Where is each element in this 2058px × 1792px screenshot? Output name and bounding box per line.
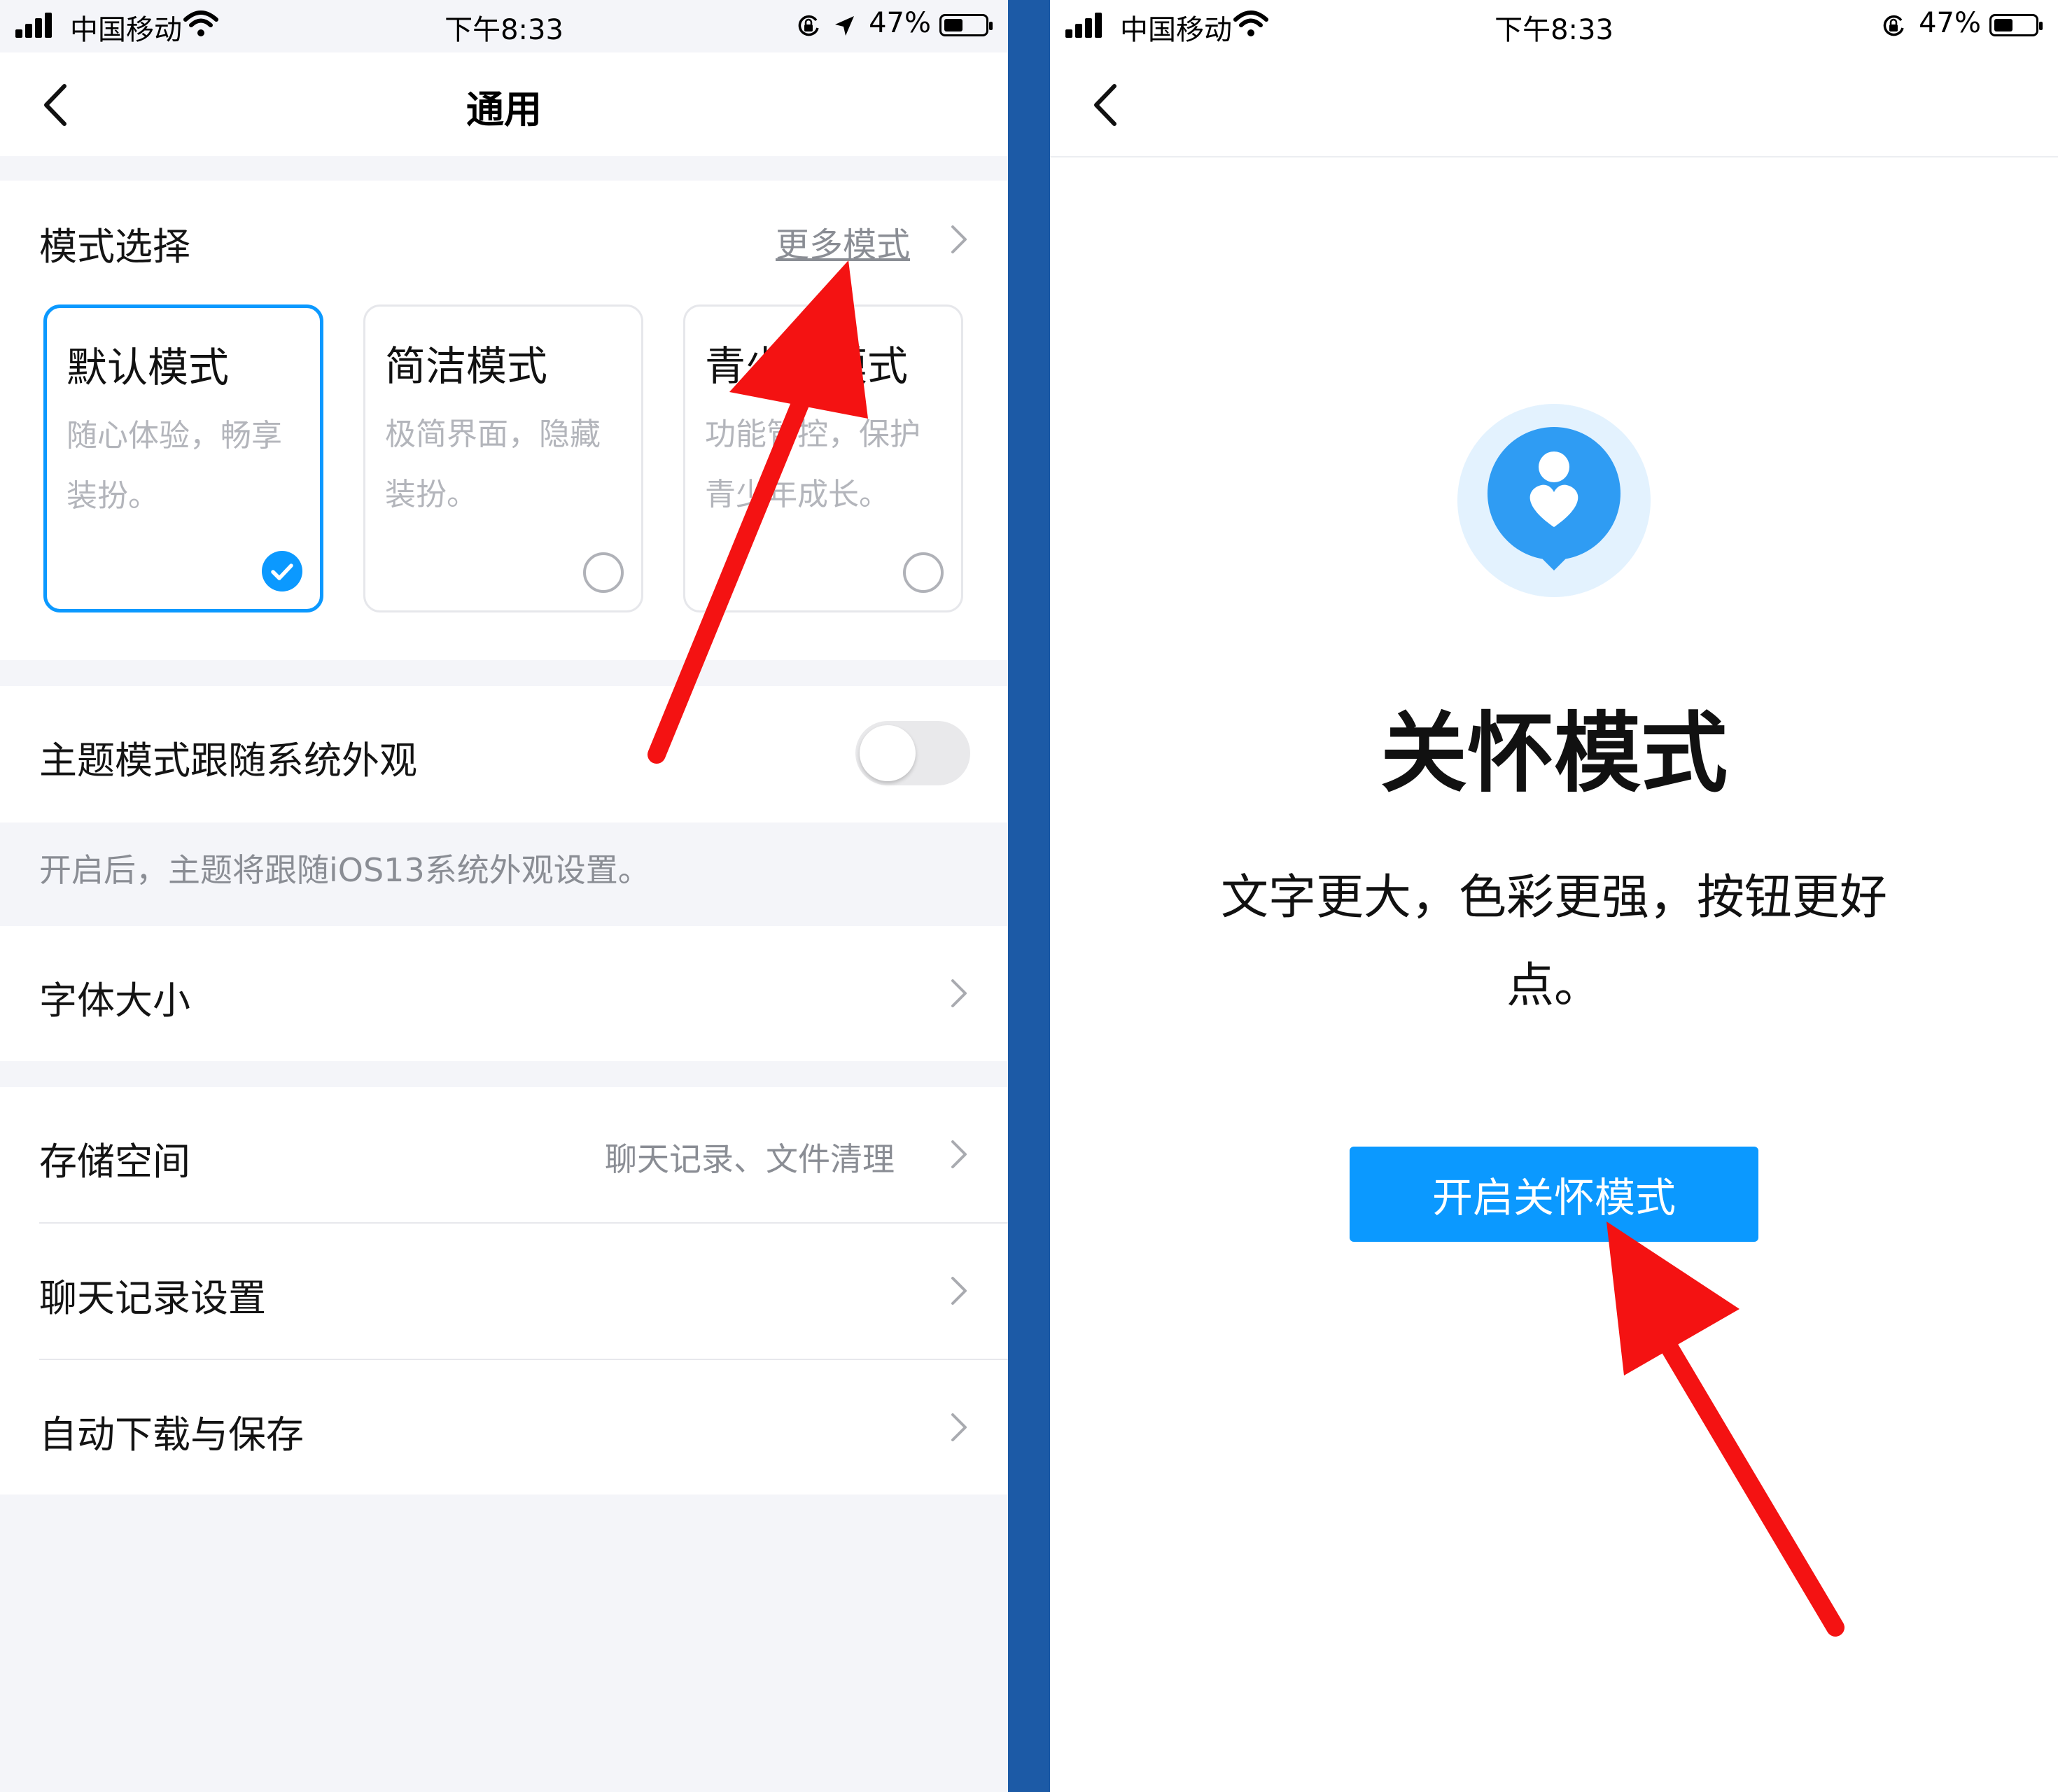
panel-divider bbox=[1008, 0, 1050, 1792]
mode-card-simple[interactable]: 简洁模式 极简界面，隐藏装扮。 bbox=[363, 304, 643, 612]
care-heart-person-icon bbox=[1457, 404, 1651, 597]
enable-care-mode-button[interactable]: 开启关怀模式 bbox=[1350, 1147, 1758, 1242]
status-bar: 中国移动 下午8:33 47% bbox=[0, 0, 1008, 52]
font-size-row[interactable]: 字体大小 bbox=[0, 926, 1008, 1061]
nav-bar bbox=[1050, 52, 2058, 158]
care-mode-description: 文字更大，色彩更强，按钮更好点。 bbox=[1220, 870, 1887, 1014]
radio-checked-icon bbox=[262, 551, 302, 592]
battery-percent: 47% bbox=[869, 7, 931, 39]
status-time: 下午8:33 bbox=[1494, 14, 1614, 46]
chat-settings-row[interactable]: 聊天记录设置 bbox=[0, 1224, 1008, 1359]
settings-general-screen: 中国移动 下午8:33 47% 通用 模式选择 更多模式 默认模式 随心体验，畅… bbox=[0, 0, 1008, 1792]
mode-title: 简洁模式 bbox=[385, 342, 548, 390]
mode-card-teen[interactable]: 青少年模式 功能管控，保护青少年成长。 bbox=[683, 304, 963, 612]
location-icon bbox=[835, 16, 854, 36]
orientation-lock-icon bbox=[1883, 15, 1904, 36]
storage-group: 存储空间 聊天记录、文件清理 聊天记录设置 自动下载与保存 bbox=[0, 1087, 1008, 1494]
theme-follow-toggle[interactable] bbox=[855, 721, 970, 785]
nav-bar: 通用 bbox=[0, 52, 1008, 156]
mode-title: 青少年模式 bbox=[705, 342, 909, 390]
auto-download-label: 自动下载与保存 bbox=[39, 1413, 304, 1457]
mode-section-title: 模式选择 bbox=[39, 225, 190, 269]
status-time: 下午8:33 bbox=[444, 14, 564, 46]
battery-icon bbox=[939, 14, 993, 36]
chevron-right-icon bbox=[951, 1140, 967, 1168]
mode-description: 极简界面，隐藏装扮。 bbox=[385, 416, 601, 512]
auto-download-row[interactable]: 自动下载与保存 bbox=[0, 1360, 1008, 1494]
care-mode-title: 关怀模式 bbox=[1380, 704, 1728, 804]
theme-follow-label: 主题模式跟随系统外观 bbox=[39, 738, 417, 783]
font-size-label: 字体大小 bbox=[39, 979, 190, 1023]
battery-percent: 47% bbox=[1919, 7, 1981, 39]
chevron-right-icon bbox=[951, 1277, 967, 1305]
mode-title: 默认模式 bbox=[66, 344, 230, 391]
care-mode-screen: 中国移动 下午8:33 47% 关怀模式 文字更大，色彩更强，按钮更好点。 开启… bbox=[1050, 0, 2058, 1792]
radio-unchecked-icon bbox=[583, 552, 624, 593]
mode-description: 随心体验，畅享装扮。 bbox=[66, 418, 282, 514]
mode-description: 功能管控，保护青少年成长。 bbox=[705, 416, 920, 512]
orientation-lock-icon bbox=[798, 15, 819, 36]
status-bar: 中国移动 下午8:33 47% bbox=[1050, 0, 2058, 52]
theme-hint-text: 开启后，主题将跟随iOS13系统外观设置。 bbox=[39, 851, 650, 889]
toggle-knob bbox=[860, 725, 916, 781]
chevron-right-icon bbox=[951, 225, 967, 253]
page-title: 通用 bbox=[466, 88, 542, 132]
battery-icon bbox=[1989, 14, 2043, 36]
radio-unchecked-icon bbox=[903, 552, 944, 593]
storage-label: 存储空间 bbox=[39, 1140, 190, 1184]
mode-card-default[interactable]: 默认模式 随心体验，畅享装扮。 bbox=[43, 304, 323, 612]
storage-detail: 聊天记录、文件清理 bbox=[605, 1140, 895, 1178]
storage-row[interactable]: 存储空间 聊天记录、文件清理 bbox=[0, 1087, 1008, 1222]
chat-settings-label: 聊天记录设置 bbox=[39, 1276, 266, 1320]
more-modes-link[interactable]: 更多模式 bbox=[776, 217, 910, 266]
chevron-right-icon bbox=[951, 979, 967, 1007]
chevron-right-icon bbox=[951, 1413, 967, 1441]
back-icon[interactable] bbox=[1085, 80, 1127, 130]
